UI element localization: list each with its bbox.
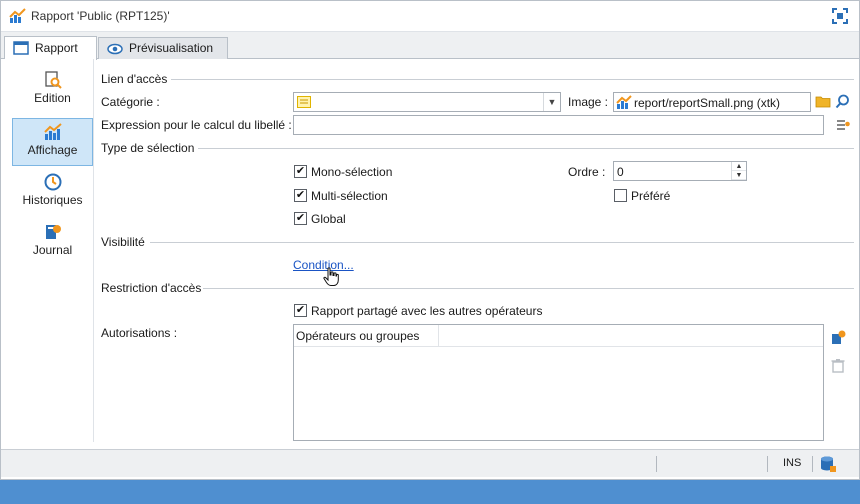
stepper-down-icon[interactable]: ▼	[732, 171, 746, 180]
window-title: Rapport 'Public (RPT125)'	[31, 9, 170, 23]
global-label: Global	[311, 212, 346, 226]
order-value: 0	[617, 165, 624, 179]
section-divider	[171, 79, 854, 80]
order-label: Ordre :	[568, 165, 606, 179]
stepper-up-icon[interactable]: ▲	[732, 162, 746, 171]
eye-icon	[107, 43, 123, 55]
chart-icon	[43, 123, 62, 140]
authorizations-table[interactable]: Opérateurs ou groupes	[293, 324, 824, 441]
preferred-checkbox[interactable]: Préféré	[614, 189, 670, 203]
image-value: report/reportSmall.png (xtk)	[634, 96, 781, 110]
access-link-section-title: Lien d'accès	[101, 72, 168, 86]
status-divider	[812, 456, 813, 472]
expression-label: Expression pour le calcul du libellé :	[101, 118, 292, 132]
mono-selection-label: Mono-sélection	[311, 165, 393, 179]
sidebar-item-label: Affichage	[27, 143, 78, 157]
order-stepper[interactable]: 0 ▲ ▼	[613, 161, 747, 181]
sidebar: Edition Affichage Historiques Journal	[2, 59, 94, 442]
expression-field[interactable]	[293, 115, 824, 135]
database-icon[interactable]	[819, 455, 837, 473]
report-window: Rapport 'Public (RPT125)' Rapport Prévis…	[0, 0, 860, 480]
add-operator-icon[interactable]	[831, 330, 846, 345]
edit-search-icon	[44, 71, 62, 89]
visibility-section-title: Visibilité	[101, 235, 145, 249]
tab-previsualisation[interactable]: Prévisualisation	[98, 37, 228, 59]
section-divider	[203, 288, 854, 289]
expression-editor-icon[interactable]	[836, 118, 850, 132]
sidebar-item-label: Edition	[34, 91, 71, 105]
tab-bar: Rapport Prévisualisation	[1, 32, 859, 60]
multi-selection-checkbox[interactable]: ✔ Multi-sélection	[294, 189, 388, 203]
journal-icon	[45, 225, 61, 239]
list-icon	[297, 96, 311, 108]
sidebar-item-journal[interactable]: Journal	[12, 219, 93, 267]
status-divider	[767, 456, 768, 472]
tab-previsualisation-label: Prévisualisation	[129, 41, 214, 55]
authorizations-label: Autorisations :	[101, 326, 178, 340]
sidebar-item-affichage[interactable]: Affichage	[12, 118, 93, 166]
table-header: Opérateurs ou groupes	[294, 325, 823, 347]
category-select[interactable]: ▼	[293, 92, 561, 112]
preferred-label: Préféré	[631, 189, 671, 203]
checkbox-box[interactable]	[614, 189, 627, 202]
shared-report-checkbox[interactable]: ✔ Rapport partagé avec les autres opérat…	[294, 304, 542, 318]
mono-selection-checkbox[interactable]: ✔ Mono-sélection	[294, 165, 392, 179]
status-divider	[656, 456, 657, 472]
report-chart-icon	[9, 8, 26, 23]
folder-icon[interactable]	[815, 94, 831, 108]
sidebar-item-edition[interactable]: Edition	[12, 67, 93, 115]
operators-column-header[interactable]: Opérateurs ou groupes	[296, 325, 439, 347]
sidebar-item-label: Journal	[32, 243, 73, 257]
hand-cursor-icon	[323, 267, 339, 286]
sidebar-item-historiques[interactable]: Historiques	[12, 169, 93, 217]
title-bar: Rapport 'Public (RPT125)'	[1, 1, 859, 32]
section-divider	[198, 148, 854, 149]
tab-rapport-label: Rapport	[35, 41, 78, 55]
stepper-buttons[interactable]: ▲ ▼	[731, 162, 746, 180]
sidebar-item-label: Historiques	[22, 193, 83, 207]
chevron-down-icon[interactable]: ▼	[543, 93, 560, 111]
section-divider	[150, 242, 854, 243]
form-content: Lien d'accès Catégorie : ▼ Image : repor…	[94, 59, 859, 449]
image-field[interactable]: report/reportSmall.png (xtk)	[613, 92, 811, 112]
checkbox-box[interactable]: ✔	[294, 304, 307, 317]
clock-icon	[44, 173, 61, 191]
category-label: Catégorie :	[101, 95, 160, 109]
maximize-icon[interactable]	[831, 7, 849, 25]
checkbox-box[interactable]: ✔	[294, 165, 307, 178]
checkbox-box[interactable]: ✔	[294, 212, 307, 225]
access-restriction-section-title: Restriction d'accès	[101, 281, 202, 295]
global-checkbox[interactable]: ✔ Global	[294, 212, 346, 226]
status-bar: INS	[1, 449, 859, 477]
shared-report-label: Rapport partagé avec les autres opérateu…	[311, 304, 543, 318]
delete-icon[interactable]	[831, 358, 845, 373]
window-icon	[13, 41, 29, 55]
checkbox-box[interactable]: ✔	[294, 189, 307, 202]
multi-selection-label: Multi-sélection	[311, 189, 388, 203]
image-label: Image :	[568, 95, 609, 109]
tab-rapport[interactable]: Rapport	[4, 36, 97, 60]
report-chart-icon	[616, 95, 632, 109]
selection-type-section-title: Type de sélection	[101, 141, 195, 155]
insert-mode-indicator: INS	[783, 457, 802, 469]
bottom-bar	[0, 480, 860, 504]
search-icon[interactable]	[835, 94, 850, 109]
